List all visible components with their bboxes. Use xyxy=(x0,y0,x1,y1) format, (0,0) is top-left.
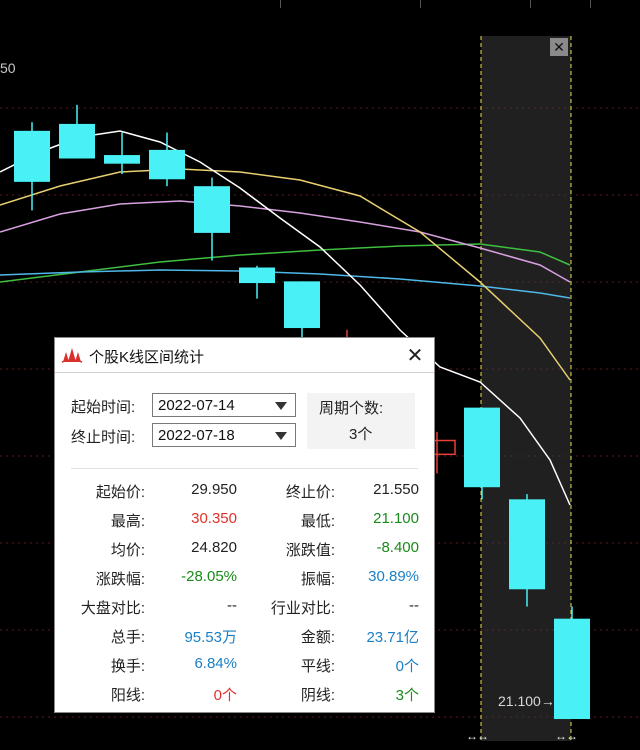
candle[interactable] xyxy=(509,499,545,590)
stat-label: 阳线: xyxy=(110,687,145,704)
stat-value: 0个 xyxy=(395,658,419,675)
axis-price-label: 50 xyxy=(0,60,16,76)
app-logo-icon xyxy=(61,348,83,363)
toolbar-separator xyxy=(420,0,421,8)
close-selection-icon[interactable]: ✕ xyxy=(550,38,568,56)
candle[interactable] xyxy=(149,149,185,180)
period-count-value: 3个 xyxy=(349,426,373,443)
stat-value: 30.350 xyxy=(191,510,237,527)
dialog-title-bar[interactable]: 个股K线区间统计 ✕ xyxy=(55,338,434,373)
candle[interactable] xyxy=(194,186,230,233)
stat-value: -8.400 xyxy=(376,539,419,556)
stat-value: -- xyxy=(227,597,237,614)
toolbar-separator xyxy=(280,0,281,8)
stat-value: -28.05% xyxy=(181,568,237,585)
end-time-label: 终止时间: xyxy=(71,429,136,446)
start-time-value: 2022-07-14 xyxy=(158,397,235,414)
stat-label: 换手: xyxy=(110,658,145,675)
stat-label: 平线: xyxy=(300,658,335,675)
candle[interactable] xyxy=(104,155,140,164)
candle[interactable] xyxy=(464,407,500,488)
stat-value: 6.84% xyxy=(194,655,237,672)
kline-interval-stats-dialog: 个股K线区间统计 ✕ 起始时间: 2022-07-14 终止时间: 2022-0… xyxy=(54,337,435,713)
last-price-tag: 21.100→ xyxy=(498,693,555,709)
stat-label: 大盘对比: xyxy=(80,600,145,617)
candle[interactable] xyxy=(554,618,590,720)
stat-label: 涨跌幅: xyxy=(95,571,145,588)
chevron-down-icon xyxy=(275,432,287,440)
stat-value: 29.950 xyxy=(191,481,237,498)
stat-label: 金额: xyxy=(300,629,335,646)
stat-label: 涨跌值: xyxy=(285,542,335,559)
stat-value: 30.89% xyxy=(368,568,419,585)
stat-label: 最低: xyxy=(300,513,335,530)
stat-label: 最高: xyxy=(110,513,145,530)
stat-value: 0个 xyxy=(213,687,237,704)
stat-value: 23.71亿 xyxy=(366,629,419,646)
stat-label: 总手: xyxy=(110,629,145,646)
end-time-value: 2022-07-18 xyxy=(158,427,235,444)
stat-label: 均价: xyxy=(110,542,145,559)
start-time-label: 起始时间: xyxy=(71,399,136,416)
period-count-label: 周期个数: xyxy=(319,400,384,417)
dialog-divider xyxy=(71,468,418,469)
candle[interactable] xyxy=(284,281,320,329)
stat-value: 21.100 xyxy=(373,510,419,527)
candle[interactable] xyxy=(59,123,95,159)
dialog-title: 个股K线区间统计 xyxy=(89,349,205,366)
start-time-select[interactable]: 2022-07-14 xyxy=(152,393,296,417)
top-toolbar-edge xyxy=(0,0,640,8)
end-time-select[interactable]: 2022-07-18 xyxy=(152,423,296,447)
toolbar-separator xyxy=(590,0,591,8)
stat-value: 3个 xyxy=(395,687,419,704)
stat-value: -- xyxy=(409,597,419,614)
stat-label: 终止价: xyxy=(285,484,335,501)
stat-label: 阴线: xyxy=(300,687,335,704)
stat-label: 行业对比: xyxy=(270,600,335,617)
stat-value: 24.820 xyxy=(191,539,237,556)
left-drag-handle-icon[interactable]: ↔↔ xyxy=(466,729,489,743)
stat-label: 振幅: xyxy=(300,571,335,588)
candle[interactable] xyxy=(239,267,275,284)
stat-value: 21.550 xyxy=(373,481,419,498)
right-drag-handle-icon[interactable]: ↔↔ xyxy=(555,729,578,743)
candle[interactable] xyxy=(14,130,50,182)
stat-value: 95.53万 xyxy=(184,629,237,646)
chevron-down-icon xyxy=(275,402,287,410)
stat-label: 起始价: xyxy=(95,484,145,501)
toolbar-separator xyxy=(530,0,531,8)
dialog-close-icon[interactable]: ✕ xyxy=(404,343,426,368)
period-count-box: 周期个数: 3个 xyxy=(307,393,415,449)
